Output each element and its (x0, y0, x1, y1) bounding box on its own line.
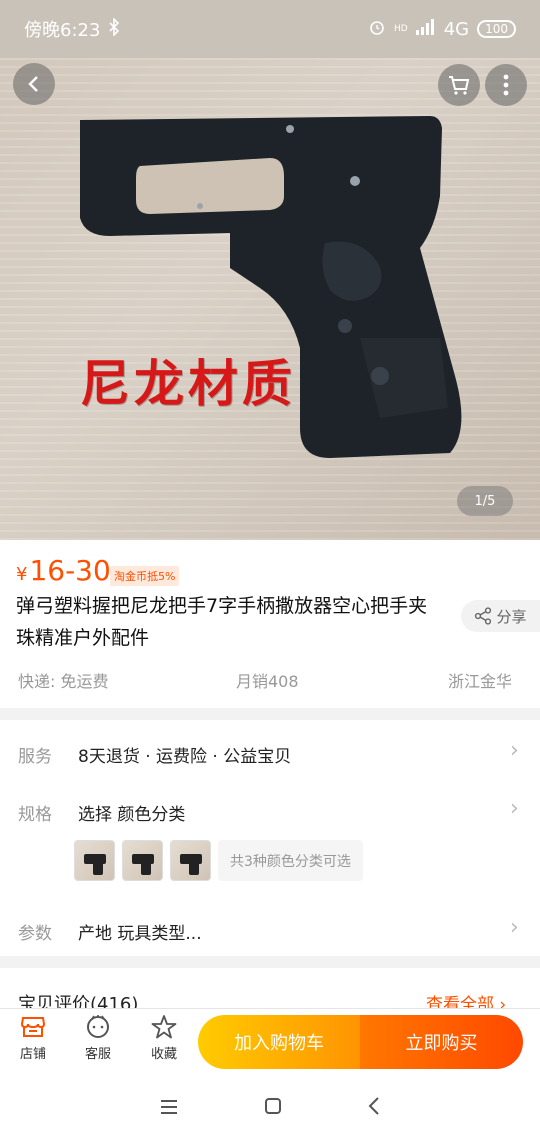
bluetooth-icon (108, 16, 120, 41)
price: ¥ 16-30 (16, 554, 111, 587)
service-value: 8天退货 · 运费险 · 公益宝贝 (78, 747, 292, 767)
chevron-right-icon: › (510, 796, 519, 821)
alarm-icon (368, 18, 386, 41)
ship-from-location: 浙江金华 (448, 672, 513, 691)
image-counter: 1/5 (457, 486, 513, 516)
cart-icon (449, 76, 470, 95)
overlay-caption: 尼龙材质 (80, 354, 296, 413)
more-vertical-icon (503, 74, 509, 96)
grip-thumbnail-image (93, 861, 103, 875)
home-icon[interactable] (264, 1097, 282, 1119)
shipping-info: 快递: 免运费 (18, 672, 109, 691)
spec-thumbnails: 共3种颜色分类可选 (74, 840, 363, 881)
status-right: HD 4G 100 (368, 18, 516, 41)
chevron-right-icon: › (510, 738, 519, 763)
product-title: 弹弓塑料握把尼龙把手7字手柄撒放器空心把手夹珠精准户外配件 (16, 595, 428, 649)
favorite-tab[interactable]: 收藏 (139, 1015, 189, 1062)
spec-options-note: 共3种颜色分类可选 (218, 840, 363, 881)
star-icon (151, 1015, 177, 1039)
customer-service-label: 客服 (84, 1047, 111, 1062)
battery-icon: 100 (477, 20, 516, 38)
share-button[interactable]: 分享 (461, 600, 540, 632)
spec-label: 规格 (18, 805, 52, 825)
system-navigation-bar (0, 1076, 540, 1140)
more-button[interactable] (485, 64, 527, 106)
product-summary-card: ¥ 16-30 淘金币抵5% 弹弓塑料握把尼龙把手7字手柄撒放器空心把手夹珠精准… (0, 540, 540, 708)
store-label: 店铺 (19, 1047, 46, 1062)
price-symbol: ¥ (16, 564, 28, 585)
cart-button[interactable] (438, 64, 480, 106)
spec-thumbnail[interactable] (170, 840, 211, 881)
menu-icon[interactable] (160, 1099, 178, 1118)
grip-product-image (80, 116, 462, 458)
network-type: 4G (443, 18, 470, 40)
params-value: 产地 玩具类型... (78, 924, 202, 944)
product-image-gallery[interactable]: 尼龙材质 (0, 58, 540, 540)
back-arrow-icon (28, 76, 38, 92)
service-label: 服务 (18, 747, 52, 767)
battery-level: 100 (485, 22, 508, 36)
coin-discount-tag: 淘金币抵5% (110, 566, 180, 586)
spec-thumbnail[interactable] (122, 840, 163, 881)
status-time: 傍晚6:23 (24, 20, 101, 41)
add-to-cart-button[interactable]: 加入购物车 (198, 1015, 360, 1069)
grip-thumbnail-image (141, 861, 151, 875)
spec-thumbnail[interactable] (74, 840, 115, 881)
params-label: 参数 (18, 924, 52, 944)
share-icon (475, 607, 492, 625)
hd-badge: HD (393, 24, 408, 34)
reviews-card: 宝贝评价(416) 查看全部 › (0, 968, 540, 1012)
product-options-card: 服务 8天退货 · 运费险 · 公益宝贝 › 规格 选择 颜色分类 › 共3种颜… (0, 720, 540, 956)
favorite-label: 收藏 (150, 1047, 177, 1062)
share-label: 分享 (496, 607, 527, 626)
chevron-right-icon: › (510, 915, 519, 940)
customer-service-tab[interactable]: 客服 (73, 1015, 123, 1062)
status-left: 傍晚6:23 (24, 16, 120, 42)
back-nav-icon[interactable] (368, 1097, 380, 1119)
signal-icon (415, 18, 436, 40)
price-value: 16-30 (29, 554, 111, 587)
monthly-sales: 月销408 (236, 672, 299, 691)
customer-service-icon (87, 1015, 109, 1038)
grip-thumbnail-image (189, 861, 199, 875)
back-button[interactable] (13, 63, 55, 105)
buy-now-button[interactable]: 立即购买 (360, 1015, 523, 1069)
bottom-action-bar: 店铺 客服 收藏 加入购物车 立即购买 (0, 1008, 540, 1076)
status-bar: 傍晚6:23 HD 4G 100 (0, 0, 540, 58)
store-icon (20, 1017, 46, 1037)
spec-value: 选择 颜色分类 (78, 805, 186, 825)
store-tab[interactable]: 店铺 (8, 1015, 58, 1062)
